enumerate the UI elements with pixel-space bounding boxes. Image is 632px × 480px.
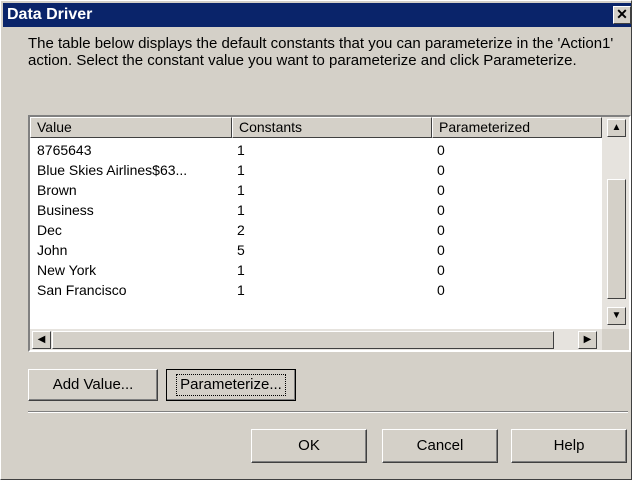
title-bar[interactable]: Data Driver ✕ [3,3,631,27]
constants-table[interactable]: Value Constants Parameterized 8765643 1 … [28,115,631,352]
value-cell: New York [37,262,97,278]
value-cell: Blue Skies Airlines$63... [37,162,188,178]
scroll-right-icon[interactable]: ▶ [578,331,597,349]
parameterized-cell: 0 [437,282,445,298]
close-icon[interactable]: ✕ [613,6,631,24]
cancel-label: Cancel [416,437,464,454]
help-button[interactable]: Help [511,429,627,463]
constants-cell: 5 [237,242,245,258]
table-row[interactable]: Brown 1 0 [30,180,600,200]
description-text: The table below displays the default con… [28,35,614,69]
table-row[interactable]: San Francisco 1 0 [30,280,600,300]
help-label: Help [553,437,585,454]
column-header-value[interactable]: Value [30,117,232,138]
parameterized-cell: 0 [437,242,445,258]
parameterized-cell: 0 [437,202,445,218]
separator [28,411,628,413]
scroll-left-icon[interactable]: ◀ [32,331,51,349]
constants-cell: 1 [237,282,245,298]
table-row[interactable]: John 5 0 [30,240,600,260]
parameterize-label: Parameterize... [176,374,286,396]
vertical-scrollbar[interactable]: ▲ ▼ [602,117,629,329]
horizontal-scrollbar[interactable]: ◀ ▶ [30,329,602,350]
table-row[interactable]: Business 1 0 [30,200,600,220]
parameterized-cell: 0 [437,182,445,198]
add-value-label: Add Value... [52,376,134,393]
horizontal-scroll-thumb[interactable] [52,331,554,349]
table-row[interactable]: New York 1 0 [30,260,600,280]
table-row[interactable]: Blue Skies Airlines$63... 1 0 [30,160,600,180]
ok-button[interactable]: OK [251,429,367,463]
value-cell: San Francisco [37,282,127,298]
value-cell: Business [37,202,94,218]
value-cell: John [37,242,68,258]
scrollbar-corner [602,329,629,350]
constants-cell: 2 [237,222,245,238]
constants-cell: 1 [237,162,245,178]
parameterized-cell: 0 [437,162,445,178]
dialog-title: Data Driver [7,6,93,23]
parameterized-cell: 0 [437,142,445,158]
value-cell: 8765643 [37,142,92,158]
table-header: Value Constants Parameterized [30,117,602,138]
table-body: 8765643 1 0 Blue Skies Airlines$63... 1 … [30,140,600,300]
constants-cell: 1 [237,262,245,278]
table-row[interactable]: Dec 2 0 [30,220,600,240]
scroll-down-icon[interactable]: ▼ [607,307,626,325]
constants-cell: 1 [237,142,245,158]
scroll-up-icon[interactable]: ▲ [607,119,626,137]
parameterize-button[interactable]: Parameterize... [166,369,296,401]
column-header-parameterized[interactable]: Parameterized [432,117,602,138]
constants-cell: 1 [237,182,245,198]
cancel-button[interactable]: Cancel [382,429,498,463]
data-driver-dialog: Data Driver ✕ The table below displays t… [0,0,632,480]
value-cell: Brown [37,182,77,198]
vertical-scroll-thumb[interactable] [607,179,626,299]
ok-label: OK [298,437,320,454]
constants-cell: 1 [237,202,245,218]
parameterized-cell: 0 [437,262,445,278]
parameterized-cell: 0 [437,222,445,238]
value-cell: Dec [37,222,62,238]
table-row[interactable]: 8765643 1 0 [30,140,600,160]
add-value-button[interactable]: Add Value... [28,369,158,401]
column-header-constants[interactable]: Constants [232,117,432,138]
